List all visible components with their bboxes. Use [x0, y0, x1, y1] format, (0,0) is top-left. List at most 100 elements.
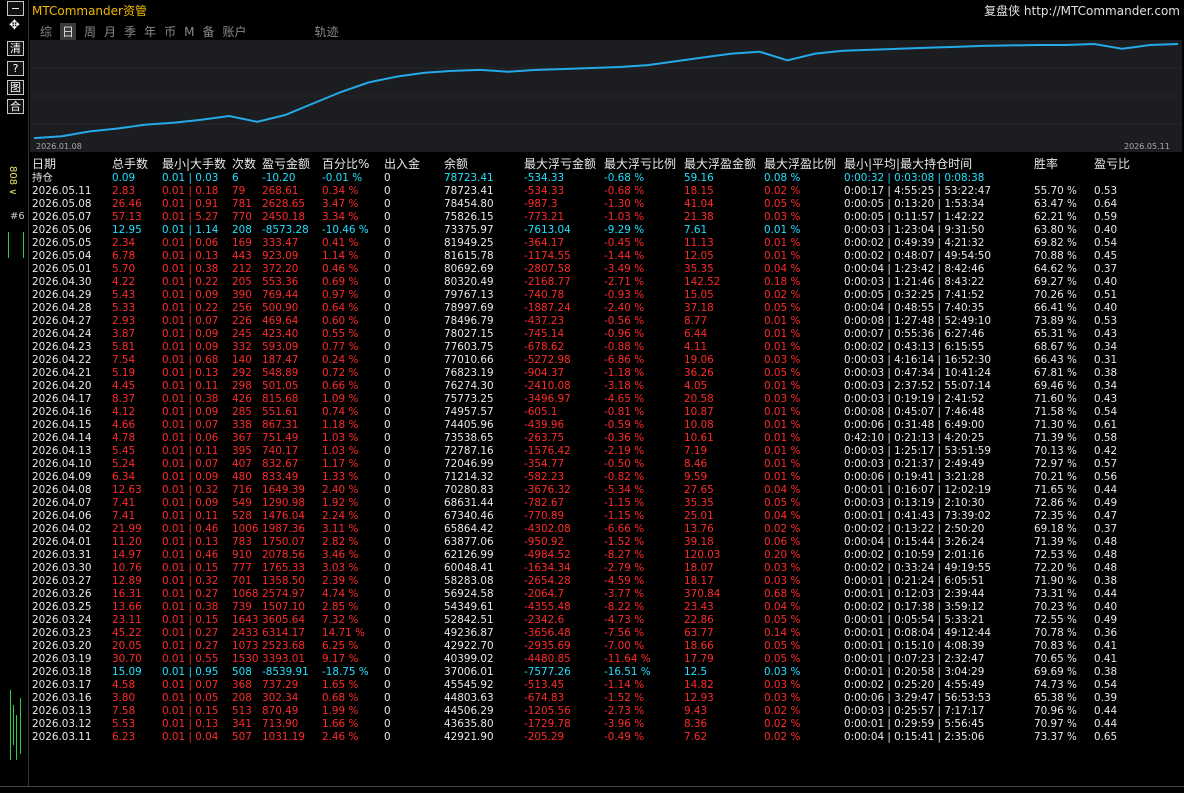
table-row[interactable]: 2026.03.26 16.31 0.01 | 0.27 1068 2574.97 4.7… [32, 588, 1134, 601]
table-cell: -0.50 % [604, 458, 645, 470]
merge-button[interactable]: 合 [7, 99, 24, 114]
table-cell: 0.05 % [764, 367, 801, 379]
table-row[interactable]: 2026.03.18 15.09 0.01 | 0.95 508 -8539.91 -18… [32, 666, 1134, 679]
table-row[interactable]: 2026.03.25 13.66 0.01 | 0.38 739 1507.10 2.85… [32, 601, 1134, 614]
table-row[interactable]: 2026.04.02 21.99 0.01 | 0.46 1006 1987.36 3.1… [32, 523, 1134, 536]
column-header[interactable]: 盈亏比 [1094, 156, 1134, 172]
holding-row[interactable]: 持仓 0.09 0.01 | 0.03 6 -10.20 -0.01 % 0 78723.41… [32, 172, 1134, 185]
table-row[interactable]: 2026.05.08 26.46 0.01 | 0.91 781 2628.65 3.47… [32, 198, 1134, 211]
table-cell: 0:00:05 | 0:32:25 | 7:41:52 [844, 289, 985, 301]
table-row[interactable]: 2026.04.13 5.45 0.01 | 0.11 395 740.17 1.03 %… [32, 445, 1134, 458]
table-row[interactable]: 2026.04.29 5.43 0.01 | 0.09 390 769.44 0.97 %… [32, 289, 1134, 302]
table-row[interactable]: 2026.04.15 4.66 0.01 | 0.07 338 867.31 1.18 %… [32, 419, 1134, 432]
tab-2[interactable]: 周 [84, 23, 96, 40]
table-row[interactable]: 2026.04.01 11.20 0.01 | 0.13 783 1750.07 2.82… [32, 536, 1134, 549]
tab-track[interactable]: 轨迹 [315, 23, 339, 40]
table-cell: 0 [384, 263, 391, 275]
table-row[interactable]: 2026.04.23 5.81 0.01 | 0.09 332 593.09 0.77 %… [32, 341, 1134, 354]
table-row[interactable]: 2026.04.17 8.37 0.01 | 0.38 426 815.68 1.09 %… [32, 393, 1134, 406]
table-cell: -3.96 % [604, 718, 645, 730]
table-cell: 7.58 [112, 705, 136, 717]
mini-bar-icon [10, 690, 11, 760]
column-header[interactable]: 最大浮亏比例 [604, 156, 684, 172]
column-header[interactable]: 百分比% [322, 156, 384, 172]
table-row[interactable]: 2026.04.07 7.41 0.01 | 0.09 549 1290.98 1.92 … [32, 497, 1134, 510]
table-row[interactable]: 2026.03.11 6.23 0.01 | 0.04 507 1031.19 2.46 … [32, 731, 1134, 744]
table-cell: 78997.69 [444, 302, 494, 314]
tab-4[interactable]: 季 [124, 23, 136, 40]
column-header[interactable]: 最小|大手数 [162, 156, 232, 172]
table-row[interactable]: 2026.05.04 6.78 0.01 | 0.13 443 923.09 1.14 %… [32, 250, 1134, 263]
tab-9[interactable]: 账户 [222, 23, 246, 40]
table-row[interactable]: 2026.04.16 4.12 0.01 | 0.09 285 551.61 0.74 %… [32, 406, 1134, 419]
tab-7[interactable]: M [184, 25, 194, 39]
chart-button[interactable]: 图 [7, 80, 24, 95]
table-row[interactable]: 2026.05.11 2.83 0.01 | 0.18 79 268.61 0.34 % 0… [32, 185, 1134, 198]
table-row[interactable]: 2026.05.06 12.95 0.01 | 1.14 208 -8573.28 -10… [32, 224, 1134, 237]
table-cell: -1576.42 [524, 445, 571, 457]
table-row[interactable]: 2026.03.12 5.53 0.01 | 0.13 341 713.90 1.66 %… [32, 718, 1134, 731]
table-row[interactable]: 2026.04.21 5.19 0.01 | 0.13 292 548.89 0.72 %… [32, 367, 1134, 380]
brand-link[interactable]: 复盘侠 http://MTCommander.com [984, 2, 1180, 19]
table-row[interactable]: 2026.04.27 2.93 0.01 | 0.07 226 469.64 0.60 %… [32, 315, 1134, 328]
table-row[interactable]: 2026.04.28 5.33 0.01 | 0.22 256 500.90 0.64 %… [32, 302, 1134, 315]
table-row[interactable]: 2026.04.10 5.24 0.01 | 0.07 407 832.67 1.17 %… [32, 458, 1134, 471]
table-cell: -0.96 % [604, 328, 645, 340]
clear-button[interactable]: 清 [7, 41, 24, 56]
table-row[interactable]: 2026.04.20 4.45 0.01 | 0.11 298 501.05 0.66 %… [32, 380, 1134, 393]
table-row[interactable]: 2026.04.24 3.87 0.01 | 0.09 245 423.40 0.55 %… [32, 328, 1134, 341]
table-cell: 68631.44 [444, 497, 494, 509]
table-row[interactable]: 2026.03.23 45.22 0.01 | 0.27 2433 6314.17 14.… [32, 627, 1134, 640]
table-cell: -437.23 [524, 315, 565, 327]
table-row[interactable]: 2026.04.14 4.78 0.01 | 0.06 367 751.49 1.03 %… [32, 432, 1134, 445]
move-icon[interactable]: ✥ [7, 19, 22, 32]
help-button[interactable]: ? [7, 61, 24, 76]
tab-1[interactable]: 日 [60, 23, 77, 40]
table-cell: 44506.29 [444, 705, 494, 717]
column-header[interactable]: 日期 [32, 156, 112, 172]
column-header[interactable]: 最大浮亏金额 [524, 156, 604, 172]
table-cell: 80692.69 [444, 263, 494, 275]
table-row[interactable]: 2026.03.27 12.89 0.01 | 0.32 701 1358.50 2.39… [32, 575, 1134, 588]
table-cell: 2026.03.17 [32, 679, 92, 691]
column-header[interactable]: 出入金 [384, 156, 444, 172]
column-header[interactable]: 盈亏金额 [262, 156, 322, 172]
column-header[interactable]: 总手数 [112, 156, 162, 172]
table-row[interactable]: 2026.05.05 2.34 0.01 | 0.06 169 333.47 0.41 %… [32, 237, 1134, 250]
column-header[interactable]: 余额 [444, 156, 524, 172]
minimize-button[interactable]: − [7, 1, 24, 16]
tab-5[interactable]: 年 [144, 23, 156, 40]
tab-6[interactable]: 币 [164, 23, 176, 40]
table-row[interactable]: 2026.03.19 30.70 0.01 | 0.55 1530 3393.01 9.1… [32, 653, 1134, 666]
table-row[interactable]: 2026.05.07 57.13 0.01 | 5.27 770 2450.18 3.34… [32, 211, 1134, 224]
table-row[interactable]: 2026.04.30 4.22 0.01 | 0.22 205 553.36 0.69 %… [32, 276, 1134, 289]
table-cell: -1.15 % [604, 510, 645, 522]
table-row[interactable]: 2026.03.20 20.05 0.01 | 0.27 1073 2523.68 6.2… [32, 640, 1134, 653]
table-row[interactable]: 2026.04.22 7.54 0.01 | 0.68 140 187.47 0.24 %… [32, 354, 1134, 367]
table-row[interactable]: 2026.05.01 5.70 0.01 | 0.38 212 372.20 0.46 %… [32, 263, 1134, 276]
table-cell: 0.01 % [764, 458, 801, 470]
table-cell: 11.13 [684, 237, 714, 249]
table-row[interactable]: 2026.04.09 6.34 0.01 | 0.09 480 833.49 1.33 %… [32, 471, 1134, 484]
table-cell: 0.01 % [764, 406, 801, 418]
table-row[interactable]: 2026.04.08 12.63 0.01 | 0.32 716 1649.39 2.40… [32, 484, 1134, 497]
table-row[interactable]: 2026.03.13 7.58 0.01 | 0.15 513 870.49 1.99 %… [32, 705, 1134, 718]
tab-8[interactable]: 备 [202, 23, 214, 40]
table-row[interactable]: 2026.03.24 23.11 0.01 | 0.15 1643 3605.64 7.3… [32, 614, 1134, 627]
column-header[interactable]: 最小|平均|最大持仓时间 [844, 156, 1034, 172]
column-header[interactable]: 次数 [232, 156, 262, 172]
table-row[interactable]: 2026.03.17 4.58 0.01 | 0.07 368 737.29 1.65 %… [32, 679, 1134, 692]
table-row[interactable]: 2026.03.31 14.97 0.01 | 0.46 910 2078.56 3.46… [32, 549, 1134, 562]
column-header[interactable]: 胜率 [1034, 156, 1094, 172]
tab-3[interactable]: 月 [104, 23, 116, 40]
column-header[interactable]: 最大浮盈比例 [764, 156, 844, 172]
table-row[interactable]: 2026.03.16 3.80 0.01 | 0.05 208 302.34 0.68 %… [32, 692, 1134, 705]
mini-chart-icon [8, 232, 24, 258]
column-header[interactable]: 最大浮盈金额 [684, 156, 764, 172]
table-cell: 0:00:03 | 0:21:37 | 2:49:49 [844, 458, 985, 470]
tab-0[interactable]: 综 [40, 23, 52, 40]
table-row[interactable]: 2026.04.06 7.41 0.01 | 0.11 528 1476.04 2.24 … [32, 510, 1134, 523]
table-cell: 2523.68 [262, 640, 305, 652]
table-cell: 67340.46 [444, 510, 494, 522]
table-row[interactable]: 2026.03.30 10.76 0.01 | 0.15 777 1765.33 3.03… [32, 562, 1134, 575]
